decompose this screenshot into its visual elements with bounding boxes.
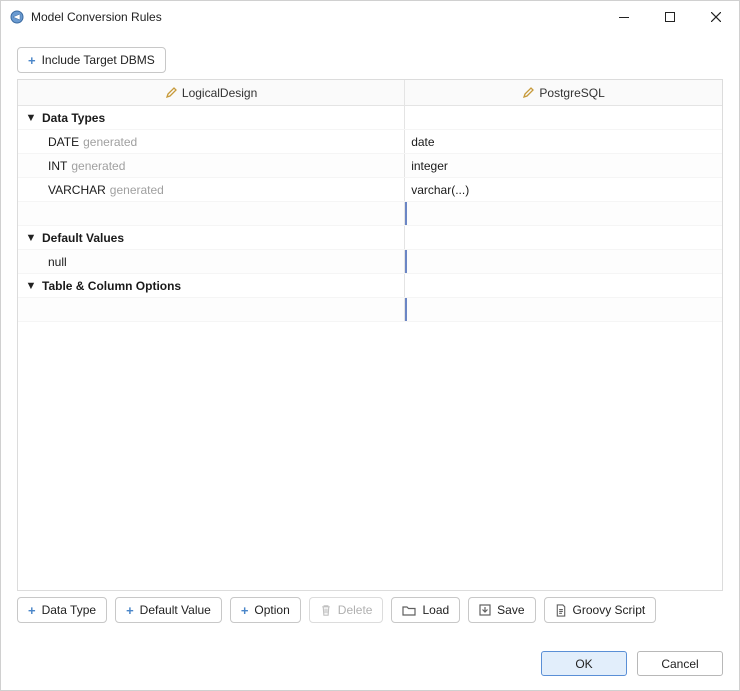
ok-button[interactable]: OK [541, 651, 627, 676]
add-data-type-button[interactable]: + Data Type [17, 597, 107, 623]
col-header-left-label: LogicalDesign [182, 86, 257, 100]
dialog-client-area: + Include Target DBMS LogicalDesign [1, 33, 739, 690]
save-icon [479, 604, 491, 616]
table-row-empty[interactable] [18, 202, 722, 226]
dialog-window: Model Conversion Rules + Include Target … [0, 0, 740, 691]
rules-grid: LogicalDesign PostgreSQL ▼ Data [17, 79, 723, 591]
include-target-dbms-button[interactable]: + Include Target DBMS [17, 47, 166, 73]
dialog-button-row: OK Cancel [17, 629, 723, 676]
table-row[interactable]: INT generated integer [18, 154, 722, 178]
column-header-logical[interactable]: LogicalDesign [18, 80, 405, 105]
grid-action-bar: + Data Type + Default Value + Option Del… [17, 597, 723, 623]
window-minimize-button[interactable] [601, 1, 647, 33]
target-type-label: varchar(...) [411, 183, 469, 197]
section-title: Default Values [42, 231, 124, 245]
folder-icon [402, 604, 416, 616]
groovy-script-button[interactable]: Groovy Script [544, 597, 657, 623]
button-label: Default Value [140, 603, 211, 617]
section-title: Data Types [42, 111, 105, 125]
button-label: Load [422, 603, 449, 617]
target-type-label: integer [411, 159, 448, 173]
source-default-label: null [48, 255, 67, 269]
top-button-row: + Include Target DBMS [17, 47, 723, 73]
table-row[interactable]: DATE generated date [18, 130, 722, 154]
script-icon [555, 604, 567, 617]
button-label: OK [575, 657, 592, 671]
button-label: Cancel [661, 657, 698, 671]
button-label: Groovy Script [573, 603, 646, 617]
button-label: Delete [338, 603, 373, 617]
expand-toggle-icon[interactable]: ▼ [24, 111, 38, 125]
grid-header: LogicalDesign PostgreSQL [18, 80, 722, 106]
section-title: Table & Column Options [42, 279, 181, 293]
window-maximize-button[interactable] [647, 1, 693, 33]
source-type-label: INT [48, 159, 67, 173]
section-row-data-types[interactable]: ▼ Data Types [18, 106, 722, 130]
trash-icon [320, 604, 332, 617]
delete-button: Delete [309, 597, 384, 623]
cancel-button[interactable]: Cancel [637, 651, 723, 676]
pencil-icon [522, 87, 534, 99]
table-row-empty[interactable] [18, 298, 722, 322]
plus-icon: + [28, 54, 36, 67]
generated-badge: generated [71, 159, 125, 173]
table-row[interactable]: VARCHAR generated varchar(...) [18, 178, 722, 202]
button-label: Data Type [42, 603, 96, 617]
table-row[interactable]: null [18, 250, 722, 274]
plus-icon: + [28, 604, 36, 617]
generated-badge: generated [110, 183, 164, 197]
button-label: Save [497, 603, 524, 617]
window-close-button[interactable] [693, 1, 739, 33]
dialog-title: Model Conversion Rules [31, 10, 162, 24]
plus-icon: + [126, 604, 134, 617]
app-icon [9, 9, 25, 25]
generated-badge: generated [83, 135, 137, 149]
grid-body[interactable]: ▼ Data Types DATE generated date INT [18, 106, 722, 590]
pencil-icon [165, 87, 177, 99]
expand-toggle-icon[interactable]: ▼ [24, 279, 38, 293]
expand-toggle-icon[interactable]: ▼ [24, 231, 38, 245]
section-row-default-values[interactable]: ▼ Default Values [18, 226, 722, 250]
column-header-target[interactable]: PostgreSQL [405, 80, 722, 105]
add-option-button[interactable]: + Option [230, 597, 301, 623]
titlebar: Model Conversion Rules [1, 1, 739, 33]
source-type-label: VARCHAR [48, 183, 106, 197]
add-default-value-button[interactable]: + Default Value [115, 597, 222, 623]
save-button[interactable]: Save [468, 597, 535, 623]
target-type-label: date [411, 135, 434, 149]
section-row-table-column-options[interactable]: ▼ Table & Column Options [18, 274, 722, 298]
load-button[interactable]: Load [391, 597, 460, 623]
col-header-right-label: PostgreSQL [539, 86, 604, 100]
source-type-label: DATE [48, 135, 79, 149]
plus-icon: + [241, 604, 249, 617]
button-label: Option [254, 603, 289, 617]
include-target-dbms-label: Include Target DBMS [42, 53, 155, 67]
